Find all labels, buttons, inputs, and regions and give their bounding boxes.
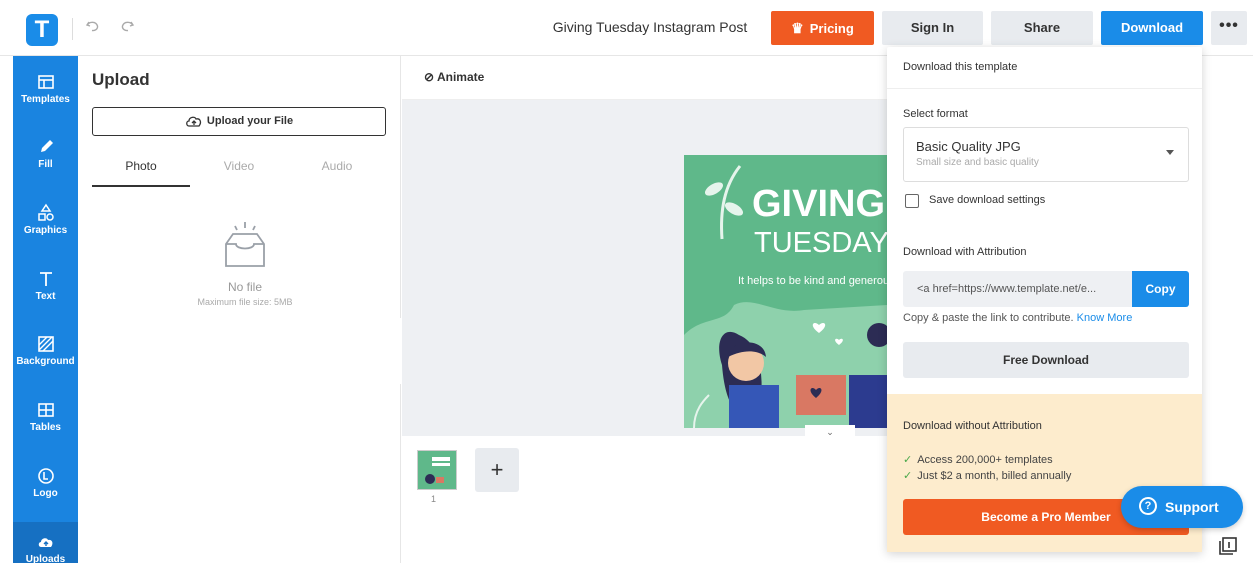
pro-title: Download without Attribution — [903, 420, 1042, 432]
templates-icon — [37, 75, 54, 89]
attribution-label: Download with Attribution — [903, 246, 1027, 258]
pro-feature-text: Access 200,000+ templates — [917, 454, 1053, 466]
pencil-icon — [40, 140, 53, 152]
pro-feature: ✓ Access 200,000+ templates — [903, 453, 1053, 466]
format-value: Basic Quality JPG — [916, 139, 1021, 154]
tab-audio[interactable]: Audio — [288, 159, 386, 187]
artboard-subheading: TUESDAY — [754, 227, 887, 259]
pricing-label: Pricing — [809, 21, 854, 36]
add-page-button[interactable]: + — [475, 448, 519, 492]
share-button[interactable]: Share — [991, 11, 1093, 45]
empty-state-subtitle: Maximum file size: 5MB — [197, 297, 293, 307]
download-menu-header: Download this template — [887, 47, 1202, 89]
left-sidebar: Templates Fill Graphics Text Background … — [13, 56, 78, 563]
sidebar-item-graphics[interactable]: Graphics — [13, 193, 78, 253]
pages-icon[interactable] — [1218, 536, 1238, 556]
toolbar-divider — [72, 18, 73, 40]
sidebar-item-uploads[interactable]: Uploads — [13, 522, 78, 563]
sidebar-label: Graphics — [23, 225, 68, 236]
page-thumbnail[interactable] — [417, 450, 457, 490]
support-label: Support — [1165, 499, 1219, 515]
app-logo[interactable]: T — [26, 14, 58, 46]
sidebar-label: Background — [16, 356, 75, 367]
pro-feature-text: Just $2 a month, billed annually — [917, 470, 1072, 482]
upload-panel: Upload Upload your File Photo Video Audi… — [78, 56, 401, 563]
sidebar-item-fill[interactable]: Fill — [13, 127, 78, 187]
logo-icon — [37, 468, 54, 484]
design-artboard[interactable]: GIVING TUESDAY It helps to be kind and g… — [684, 155, 887, 428]
save-settings-checkbox[interactable] — [905, 194, 919, 208]
upload-file-label: Upload your File — [206, 115, 294, 127]
sidebar-item-logo[interactable]: Logo — [13, 456, 78, 516]
animate-icon: ⊘ — [424, 70, 435, 84]
pricing-button[interactable]: ♛ Pricing — [771, 11, 874, 45]
redo-icon[interactable] — [116, 16, 138, 40]
hint-text: Copy & paste the link to contribute. — [903, 312, 1074, 324]
tab-video[interactable]: Video — [190, 159, 288, 187]
sidebar-label: Tables — [30, 422, 61, 433]
text-icon — [39, 272, 52, 286]
sign-in-button[interactable]: Sign In — [882, 11, 983, 45]
sidebar-item-background[interactable]: Background — [13, 324, 78, 384]
check-icon: ✓ — [903, 470, 913, 482]
know-more-link[interactable]: Know More — [1077, 312, 1133, 324]
sidebar-label: Uploads — [25, 554, 66, 563]
more-options-button[interactable]: ••• — [1211, 11, 1247, 45]
sidebar-label: Fill — [38, 159, 53, 170]
cloud-upload-icon — [38, 538, 52, 547]
format-label: Select format — [903, 108, 968, 120]
thumbnail-image — [418, 451, 456, 489]
background-icon — [37, 336, 54, 352]
panel-title: Upload — [92, 70, 150, 89]
table-icon — [37, 403, 54, 417]
animate-label: Animate — [436, 70, 485, 84]
page-number: 1 — [431, 494, 437, 504]
illustration-image — [684, 302, 887, 428]
free-download-button[interactable]: Free Download — [903, 342, 1189, 378]
support-button[interactable]: ? Support — [1121, 486, 1243, 528]
crown-icon: ♛ — [791, 20, 804, 36]
canvas-toolbar: ⊘ Animate — [402, 56, 887, 100]
sidebar-label: Templates — [21, 94, 70, 105]
help-icon: ? — [1139, 497, 1157, 516]
cloud-upload-icon — [186, 116, 201, 127]
sidebar-item-text[interactable]: Text — [13, 259, 78, 319]
sidebar-item-tables[interactable]: Tables — [13, 390, 78, 450]
pro-section: Download without Attribution ✓ Access 200… — [887, 394, 1202, 552]
check-icon: ✓ — [903, 454, 913, 466]
empty-state-title: No file — [227, 280, 262, 294]
caret-down-icon — [1166, 150, 1174, 155]
sidebar-item-templates[interactable]: Templates — [13, 62, 78, 122]
shapes-icon — [37, 203, 54, 221]
artboard-tagline: It helps to be kind and generous — [738, 275, 887, 287]
tab-photo[interactable]: Photo — [92, 159, 190, 187]
format-description: Small size and basic quality — [916, 157, 1039, 168]
artboard-heading: GIVING — [752, 183, 886, 225]
animate-button[interactable]: ⊘ Animate — [424, 70, 484, 84]
download-menu: Download this template Select format Bas… — [887, 47, 1202, 552]
format-select[interactable]: Basic Quality JPG Small size and basic q… — [903, 127, 1189, 182]
pro-feature: ✓ Just $2 a month, billed annually — [903, 469, 1071, 482]
attribution-hint: Copy & paste the link to contribute. Kno… — [903, 312, 1132, 324]
download-menu-title: Download this template — [903, 61, 1018, 73]
leaf-decoration — [704, 165, 744, 240]
upload-file-button[interactable]: Upload your File — [92, 107, 386, 136]
sidebar-label: Text — [35, 291, 56, 302]
document-title[interactable]: Giving Tuesday Instagram Post — [520, 19, 780, 35]
save-settings-label: Save download settings — [929, 194, 1046, 206]
copy-button[interactable]: Copy — [1132, 271, 1189, 307]
empty-box-icon — [225, 222, 265, 267]
sidebar-label: Logo — [33, 488, 58, 499]
download-button[interactable]: Download — [1101, 11, 1203, 45]
undo-icon[interactable] — [82, 16, 104, 40]
attribution-link-field[interactable]: <a href=https://www.template.net/e... — [903, 271, 1132, 307]
